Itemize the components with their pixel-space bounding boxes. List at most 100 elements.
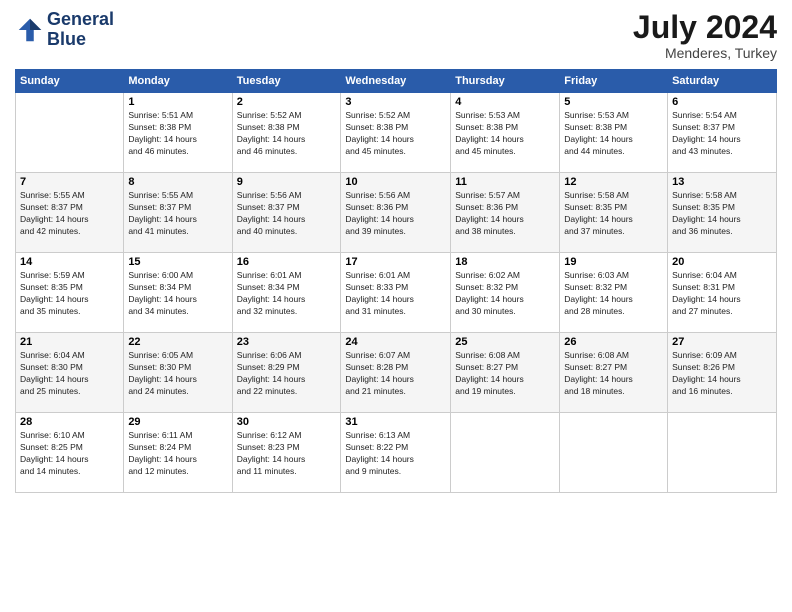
day-info: Sunrise: 5:59 AM Sunset: 8:35 PM Dayligh… bbox=[20, 270, 119, 318]
day-number: 27 bbox=[672, 336, 772, 348]
calendar-cell-4-3: 31 Sunrise: 6:13 AM Sunset: 8:22 PM Dayli… bbox=[341, 413, 451, 493]
day-number: 28 bbox=[20, 416, 119, 428]
day-number: 22 bbox=[128, 336, 227, 348]
header-row: Sunday Monday Tuesday Wednesday Thursday… bbox=[16, 70, 777, 93]
day-info: Sunrise: 5:54 AM Sunset: 8:37 PM Dayligh… bbox=[672, 110, 772, 158]
calendar-cell-2-1: 15 Sunrise: 6:00 AM Sunset: 8:34 PM Dayli… bbox=[124, 253, 232, 333]
header-saturday: Saturday bbox=[668, 70, 777, 93]
day-info: Sunrise: 6:04 AM Sunset: 8:31 PM Dayligh… bbox=[672, 270, 772, 318]
week-row-3: 14Sunrise: 5:59 AM Sunset: 8:35 PM Dayli… bbox=[16, 253, 777, 333]
day-number: 24 bbox=[345, 336, 446, 348]
day-number: 30 bbox=[237, 416, 337, 428]
day-number: 5 bbox=[564, 96, 663, 108]
calendar-cell-2-0: 14Sunrise: 5:59 AM Sunset: 8:35 PM Dayli… bbox=[16, 253, 124, 333]
day-number: 7 bbox=[20, 176, 119, 188]
header-friday: Friday bbox=[560, 70, 668, 93]
calendar-cell-2-4: 18 Sunrise: 6:02 AM Sunset: 8:32 PM Dayli… bbox=[451, 253, 560, 333]
calendar-cell-4-5 bbox=[560, 413, 668, 493]
calendar-cell-3-5: 26 Sunrise: 6:08 AM Sunset: 8:27 PM Dayli… bbox=[560, 333, 668, 413]
day-info: Sunrise: 5:58 AM Sunset: 8:35 PM Dayligh… bbox=[564, 190, 663, 238]
calendar-cell-0-1: 1 Sunrise: 5:51 AM Sunset: 8:38 PM Daylig… bbox=[124, 93, 232, 173]
day-info: Sunrise: 6:09 AM Sunset: 8:26 PM Dayligh… bbox=[672, 350, 772, 398]
calendar-cell-1-6: 13 Sunrise: 5:58 AM Sunset: 8:35 PM Dayli… bbox=[668, 173, 777, 253]
day-number: 26 bbox=[564, 336, 663, 348]
day-info: Sunrise: 6:00 AM Sunset: 8:34 PM Dayligh… bbox=[128, 270, 227, 318]
day-number: 1 bbox=[128, 96, 227, 108]
week-row-2: 7 Sunrise: 5:55 AM Sunset: 8:37 PM Daylig… bbox=[16, 173, 777, 253]
calendar-cell-2-5: 19 Sunrise: 6:03 AM Sunset: 8:32 PM Dayli… bbox=[560, 253, 668, 333]
calendar-table: Sunday Monday Tuesday Wednesday Thursday… bbox=[15, 69, 777, 493]
calendar-cell-0-0 bbox=[16, 93, 124, 173]
day-info: Sunrise: 6:08 AM Sunset: 8:27 PM Dayligh… bbox=[564, 350, 663, 398]
day-info: Sunrise: 6:08 AM Sunset: 8:27 PM Dayligh… bbox=[455, 350, 555, 398]
day-number: 10 bbox=[345, 176, 446, 188]
calendar-cell-1-2: 9Sunrise: 5:56 AM Sunset: 8:37 PM Daylig… bbox=[232, 173, 341, 253]
week-row-5: 28 Sunrise: 6:10 AM Sunset: 8:25 PM Dayli… bbox=[16, 413, 777, 493]
calendar-cell-3-1: 22 Sunrise: 6:05 AM Sunset: 8:30 PM Dayli… bbox=[124, 333, 232, 413]
logo-line2: Blue bbox=[47, 30, 114, 50]
header-monday: Monday bbox=[124, 70, 232, 93]
day-info: Sunrise: 6:12 AM Sunset: 8:23 PM Dayligh… bbox=[237, 430, 337, 478]
calendar-cell-3-2: 23 Sunrise: 6:06 AM Sunset: 8:29 PM Dayli… bbox=[232, 333, 341, 413]
day-info: Sunrise: 5:53 AM Sunset: 8:38 PM Dayligh… bbox=[455, 110, 555, 158]
day-number: 15 bbox=[128, 256, 227, 268]
logo-icon bbox=[15, 15, 45, 45]
calendar-cell-1-3: 10 Sunrise: 5:56 AM Sunset: 8:36 PM Dayli… bbox=[341, 173, 451, 253]
calendar-cell-3-6: 27 Sunrise: 6:09 AM Sunset: 8:26 PM Dayli… bbox=[668, 333, 777, 413]
day-number: 19 bbox=[564, 256, 663, 268]
calendar-cell-4-6 bbox=[668, 413, 777, 493]
location: Menderes, Turkey bbox=[633, 45, 777, 61]
day-info: Sunrise: 5:51 AM Sunset: 8:38 PM Dayligh… bbox=[128, 110, 227, 158]
day-info: Sunrise: 6:13 AM Sunset: 8:22 PM Dayligh… bbox=[345, 430, 446, 478]
calendar-cell-0-4: 4 Sunrise: 5:53 AM Sunset: 8:38 PM Daylig… bbox=[451, 93, 560, 173]
day-info: Sunrise: 6:06 AM Sunset: 8:29 PM Dayligh… bbox=[237, 350, 337, 398]
day-number: 4 bbox=[455, 96, 555, 108]
header-sunday: Sunday bbox=[16, 70, 124, 93]
day-number: 2 bbox=[237, 96, 337, 108]
day-number: 23 bbox=[237, 336, 337, 348]
day-number: 11 bbox=[455, 176, 555, 188]
day-info: Sunrise: 6:04 AM Sunset: 8:30 PM Dayligh… bbox=[20, 350, 119, 398]
calendar-cell-1-4: 11 Sunrise: 5:57 AM Sunset: 8:36 PM Dayli… bbox=[451, 173, 560, 253]
calendar-cell-1-5: 12Sunrise: 5:58 AM Sunset: 8:35 PM Dayli… bbox=[560, 173, 668, 253]
header-tuesday: Tuesday bbox=[232, 70, 341, 93]
day-info: Sunrise: 6:10 AM Sunset: 8:25 PM Dayligh… bbox=[20, 430, 119, 478]
day-number: 20 bbox=[672, 256, 772, 268]
day-number: 3 bbox=[345, 96, 446, 108]
logo-line1: General bbox=[47, 10, 114, 30]
day-info: Sunrise: 5:52 AM Sunset: 8:38 PM Dayligh… bbox=[237, 110, 337, 158]
day-number: 18 bbox=[455, 256, 555, 268]
day-number: 16 bbox=[237, 256, 337, 268]
day-number: 6 bbox=[672, 96, 772, 108]
day-info: Sunrise: 5:52 AM Sunset: 8:38 PM Dayligh… bbox=[345, 110, 446, 158]
day-number: 13 bbox=[672, 176, 772, 188]
calendar-cell-3-0: 21 Sunrise: 6:04 AM Sunset: 8:30 PM Dayli… bbox=[16, 333, 124, 413]
week-row-4: 21 Sunrise: 6:04 AM Sunset: 8:30 PM Dayli… bbox=[16, 333, 777, 413]
month-year: July 2024 bbox=[633, 10, 777, 45]
logo: General Blue bbox=[15, 10, 114, 50]
day-number: 21 bbox=[20, 336, 119, 348]
day-number: 31 bbox=[345, 416, 446, 428]
logo-text: General Blue bbox=[47, 10, 114, 50]
header-thursday: Thursday bbox=[451, 70, 560, 93]
day-info: Sunrise: 6:07 AM Sunset: 8:28 PM Dayligh… bbox=[345, 350, 446, 398]
calendar-cell-2-6: 20 Sunrise: 6:04 AM Sunset: 8:31 PM Dayli… bbox=[668, 253, 777, 333]
day-info: Sunrise: 6:02 AM Sunset: 8:32 PM Dayligh… bbox=[455, 270, 555, 318]
calendar-cell-1-0: 7 Sunrise: 5:55 AM Sunset: 8:37 PM Daylig… bbox=[16, 173, 124, 253]
calendar-cell-1-1: 8Sunrise: 5:55 AM Sunset: 8:37 PM Daylig… bbox=[124, 173, 232, 253]
day-info: Sunrise: 5:57 AM Sunset: 8:36 PM Dayligh… bbox=[455, 190, 555, 238]
day-info: Sunrise: 6:11 AM Sunset: 8:24 PM Dayligh… bbox=[128, 430, 227, 478]
day-number: 29 bbox=[128, 416, 227, 428]
calendar-cell-3-4: 25Sunrise: 6:08 AM Sunset: 8:27 PM Dayli… bbox=[451, 333, 560, 413]
header-wednesday: Wednesday bbox=[341, 70, 451, 93]
day-info: Sunrise: 5:55 AM Sunset: 8:37 PM Dayligh… bbox=[20, 190, 119, 238]
header: General Blue July 2024 Menderes, Turkey bbox=[15, 10, 777, 61]
calendar-cell-4-4 bbox=[451, 413, 560, 493]
day-info: Sunrise: 6:03 AM Sunset: 8:32 PM Dayligh… bbox=[564, 270, 663, 318]
day-info: Sunrise: 6:05 AM Sunset: 8:30 PM Dayligh… bbox=[128, 350, 227, 398]
day-info: Sunrise: 5:58 AM Sunset: 8:35 PM Dayligh… bbox=[672, 190, 772, 238]
calendar-cell-0-6: 6 Sunrise: 5:54 AM Sunset: 8:37 PM Daylig… bbox=[668, 93, 777, 173]
day-info: Sunrise: 5:56 AM Sunset: 8:36 PM Dayligh… bbox=[345, 190, 446, 238]
calendar-cell-2-2: 16Sunrise: 6:01 AM Sunset: 8:34 PM Dayli… bbox=[232, 253, 341, 333]
calendar-cell-0-2: 2 Sunrise: 5:52 AM Sunset: 8:38 PM Daylig… bbox=[232, 93, 341, 173]
